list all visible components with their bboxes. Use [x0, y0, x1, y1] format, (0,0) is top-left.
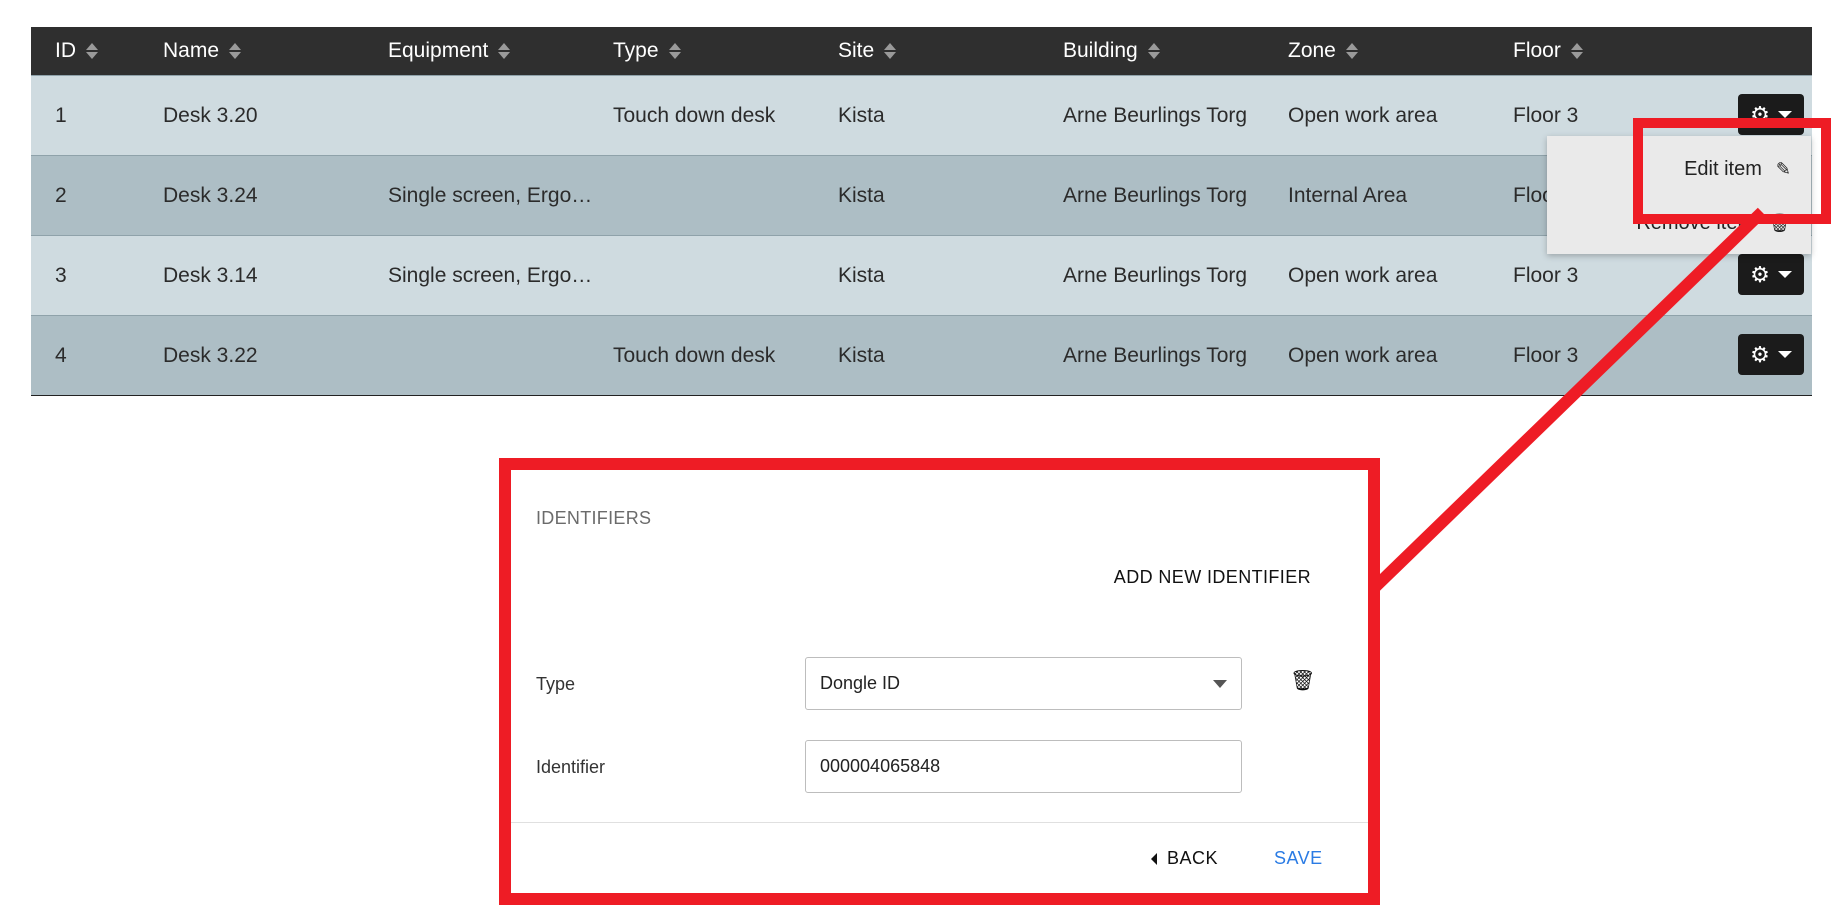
add-new-identifier-button[interactable]: ADD NEW IDENTIFIER: [1114, 567, 1311, 588]
col-header-site[interactable]: Site: [838, 27, 897, 75]
table-row[interactable]: 4 Desk 3.22 Touch down desk Kista Arne B…: [31, 315, 1812, 395]
cell-id: 2: [55, 183, 67, 207]
cell-zone: Open work area: [1288, 263, 1438, 287]
cell-building: Arne Beurlings Torg: [1063, 343, 1248, 367]
cell-building: Arne Beurlings Torg: [1063, 103, 1248, 127]
cell-site: Kista: [838, 183, 885, 207]
cell-name: Desk 3.24: [163, 183, 258, 207]
sort-icon[interactable]: [1345, 43, 1358, 59]
cell-id: 1: [55, 103, 67, 127]
back-label: BACK: [1167, 848, 1219, 868]
identifier-input[interactable]: [805, 740, 1242, 793]
cell-id: 3: [55, 263, 67, 287]
cell-floor: Floor 3: [1513, 343, 1579, 367]
col-header-label: Floor: [1513, 39, 1561, 62]
cell-name: Desk 3.22: [163, 343, 258, 367]
cell-building: Arne Beurlings Torg: [1063, 263, 1248, 287]
col-header-label: Type: [613, 39, 659, 62]
col-header-label: Zone: [1288, 39, 1336, 62]
sort-icon[interactable]: [1570, 43, 1583, 59]
cell-name: Desk 3.14: [163, 263, 258, 287]
col-header-label: Site: [838, 39, 875, 62]
cell-zone: Internal Area: [1288, 183, 1408, 207]
desks-table: ID Name Equipment Type Site Building Zon…: [31, 27, 1812, 396]
table-row[interactable]: 3 Desk 3.14 Single screen, Ergo… Kista A…: [31, 235, 1812, 315]
col-header-zone[interactable]: Zone: [1288, 27, 1358, 75]
type-select[interactable]: Dongle ID: [805, 657, 1242, 710]
cell-site: Kista: [838, 103, 885, 127]
chevron-down-icon: [1777, 351, 1792, 358]
gear-icon: ⚙: [1750, 261, 1770, 287]
chevron-down-icon: [1777, 271, 1792, 278]
back-button[interactable]: BACK: [1151, 848, 1218, 869]
sort-icon[interactable]: [668, 43, 681, 59]
sort-icon[interactable]: [86, 43, 98, 59]
cell-equipment: Single screen, Ergo…: [388, 183, 593, 207]
type-select-value: Dongle ID: [820, 673, 901, 693]
cell-type: Touch down desk: [613, 343, 776, 367]
col-header-floor[interactable]: Floor: [1513, 27, 1583, 75]
table-row[interactable]: 2 Desk 3.24 Single screen, Ergo… Kista A…: [31, 155, 1812, 235]
sort-icon[interactable]: [229, 43, 242, 59]
sort-icon[interactable]: [884, 43, 897, 59]
table-header: ID Name Equipment Type Site Building Zon…: [31, 27, 1812, 75]
col-header-label: Equipment: [388, 39, 489, 62]
col-header-building[interactable]: Building: [1063, 27, 1160, 75]
section-title: IDENTIFIERS: [536, 508, 652, 528]
cell-site: Kista: [838, 343, 885, 367]
col-header-label: Name: [163, 39, 220, 62]
col-header-name[interactable]: Name: [163, 27, 242, 75]
identifiers-panel: IDENTIFIERS ADD NEW IDENTIFIER Type Dong…: [499, 458, 1380, 905]
sort-icon[interactable]: [498, 43, 511, 59]
cell-zone: Open work area: [1288, 103, 1438, 127]
cell-equipment: Single screen, Ergo…: [388, 263, 593, 287]
row-actions-button[interactable]: ⚙: [1738, 254, 1804, 295]
delete-identifier-icon[interactable]: 🗑: [1290, 668, 1315, 693]
col-header-type[interactable]: Type: [613, 27, 681, 75]
col-header-label: ID: [55, 39, 76, 62]
cell-id: 4: [55, 343, 67, 367]
save-button[interactable]: SAVE: [1274, 848, 1323, 869]
chevron-down-icon: [1213, 680, 1227, 688]
sort-icon[interactable]: [1147, 43, 1160, 59]
row-actions-button[interactable]: ⚙: [1738, 334, 1804, 375]
edit-item-highlight: [1633, 118, 1831, 224]
identifier-label: Identifier: [536, 757, 606, 777]
footer-divider: [511, 822, 1368, 823]
gear-icon: ⚙: [1750, 341, 1770, 367]
col-header-label: Building: [1063, 39, 1138, 62]
chevron-left-icon: [1151, 852, 1157, 865]
table-row[interactable]: 1 Desk 3.20 Touch down desk Kista Arne B…: [31, 75, 1812, 155]
col-header-id[interactable]: ID: [55, 27, 98, 75]
chevron-down-icon: [1777, 111, 1792, 118]
cell-building: Arne Beurlings Torg: [1063, 183, 1248, 207]
cell-site: Kista: [838, 263, 885, 287]
type-label: Type: [536, 674, 576, 694]
cell-type: Touch down desk: [613, 103, 776, 127]
col-header-equipment[interactable]: Equipment: [388, 27, 511, 75]
cell-name: Desk 3.20: [163, 103, 258, 127]
cell-zone: Open work area: [1288, 343, 1438, 367]
